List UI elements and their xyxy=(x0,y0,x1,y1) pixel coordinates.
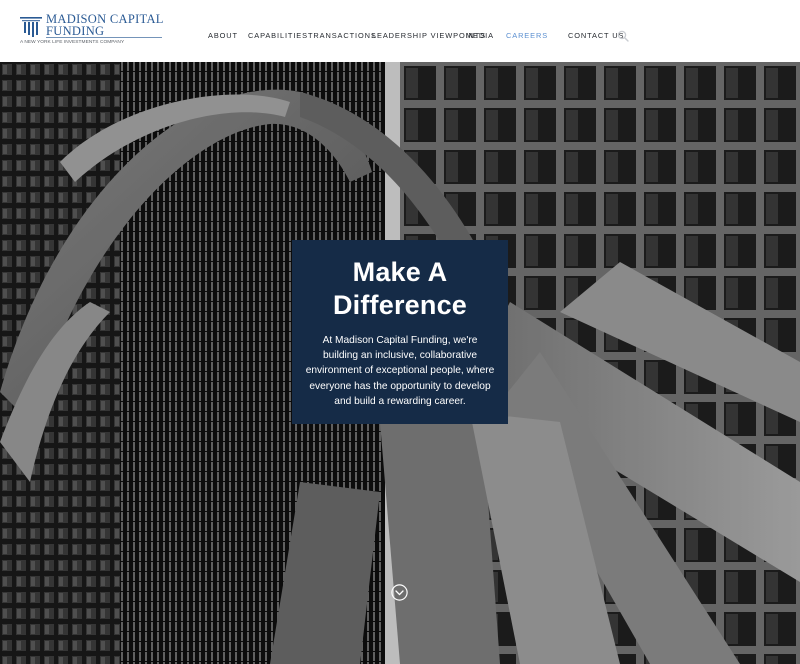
chevron-down-circle-icon[interactable] xyxy=(391,584,408,601)
hero-title-line1: Make A xyxy=(352,257,448,287)
nav-item-media[interactable]: MEDIA xyxy=(466,30,494,42)
hero-section: Make A Difference At Madison Capital Fun… xyxy=(0,62,800,664)
hero-body: At Madison Capital Funding, we're buildi… xyxy=(305,335,495,407)
brand-name-line2: FUNDING xyxy=(46,23,105,38)
search-icon[interactable] xyxy=(617,30,629,42)
nav-item-about[interactable]: ABOUT xyxy=(208,30,238,42)
careers-callout: Make A Difference At Madison Capital Fun… xyxy=(292,240,508,424)
brand-tagline: A NEW YORK LIFE INVESTMENTS COMPANY xyxy=(20,40,125,45)
column-logo-icon xyxy=(20,17,42,37)
brand-name: MADISON CAPITAL FUNDING xyxy=(46,13,164,38)
madison-capital-logo[interactable]: MADISON CAPITAL FUNDING A NEW YORK LIFE … xyxy=(20,13,163,48)
hero-title-line2: Difference xyxy=(332,290,468,320)
logo-divider xyxy=(46,37,162,38)
nav-item-contact-us[interactable]: CONTACT US xyxy=(568,30,624,42)
hero-title: Make A Difference xyxy=(292,256,508,322)
nav-item-transactions[interactable]: TRANSACTIONS xyxy=(308,30,377,42)
site-header: MADISON CAPITAL FUNDING A NEW YORK LIFE … xyxy=(0,0,800,62)
nav-item-capabilities[interactable]: CAPABILITIES xyxy=(248,30,308,42)
nav-item-careers[interactable]: CAREERS xyxy=(506,30,548,42)
